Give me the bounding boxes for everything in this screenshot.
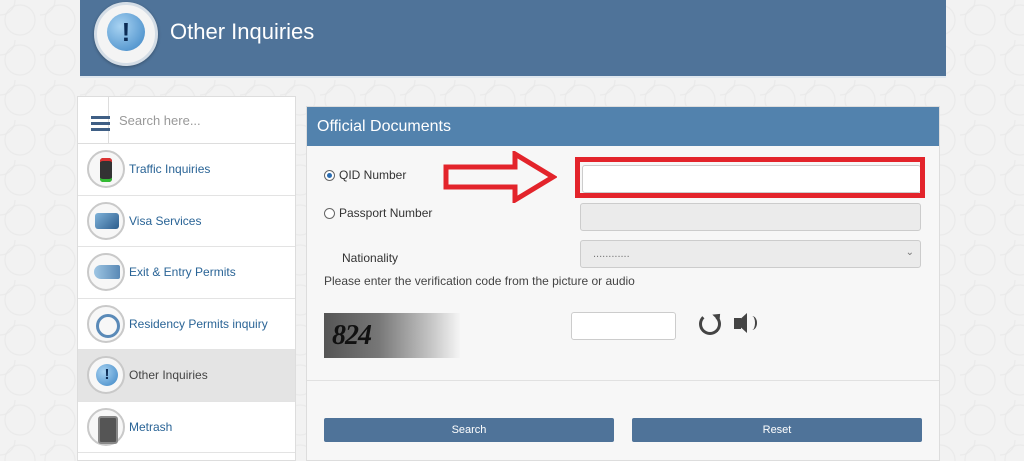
passport-radio[interactable] bbox=[324, 207, 335, 219]
passport-radio-option[interactable]: Passport Number bbox=[324, 206, 432, 220]
sidebar: Traffic Inquiries Visa Services Exit & E… bbox=[77, 96, 296, 461]
sidebar-item-residency-permits[interactable]: Residency Permits inquiry bbox=[78, 299, 295, 350]
exclamation-bubble-icon bbox=[87, 356, 125, 395]
qid-number-input[interactable] bbox=[582, 165, 921, 193]
search-button[interactable]: Search bbox=[324, 418, 614, 442]
sidebar-item-label: Metrash bbox=[129, 419, 173, 434]
sidebar-search-input[interactable] bbox=[109, 97, 295, 143]
nationality-selected-value: ............ bbox=[593, 248, 630, 260]
page-header: ! Other Inquiries bbox=[80, 0, 946, 78]
sidebar-search-bar bbox=[78, 97, 295, 144]
sidebar-item-label: Visa Services bbox=[129, 213, 202, 228]
sidebar-item-label: Traffic Inquiries bbox=[129, 162, 211, 177]
airplane-icon bbox=[87, 253, 125, 292]
hamburger-menu-icon[interactable] bbox=[78, 97, 110, 143]
reset-button[interactable]: Reset bbox=[632, 418, 922, 442]
visa-icon bbox=[87, 201, 125, 240]
residency-search-icon bbox=[87, 304, 125, 343]
captcha-image: 824 bbox=[324, 313, 460, 358]
nationality-label: Nationality bbox=[342, 251, 399, 265]
qid-radio[interactable] bbox=[324, 169, 335, 181]
verification-instruction: Please enter the verification code from … bbox=[324, 274, 635, 288]
sidebar-item-metrash[interactable]: Metrash bbox=[78, 402, 295, 453]
sidebar-item-exit-entry-permits[interactable]: Exit & Entry Permits bbox=[78, 247, 295, 299]
qid-radio-option[interactable]: QID Number bbox=[324, 168, 406, 182]
exclamation-bubble-icon: ! bbox=[94, 2, 158, 66]
panel-title: Official Documents bbox=[307, 107, 939, 146]
sidebar-item-traffic-inquiries[interactable]: Traffic Inquiries bbox=[78, 144, 295, 196]
traffic-light-icon bbox=[87, 150, 125, 189]
refresh-icon[interactable] bbox=[699, 313, 721, 335]
qid-label: QID Number bbox=[339, 168, 407, 182]
captcha-input[interactable] bbox=[571, 312, 676, 340]
chevron-down-icon: ⌄ bbox=[905, 247, 914, 258]
official-documents-panel: Official Documents QID Number Passport N… bbox=[306, 106, 940, 461]
sidebar-item-label: Residency Permits inquiry bbox=[129, 316, 268, 331]
page-title: Other Inquiries bbox=[170, 19, 315, 44]
nationality-select[interactable]: ............ ⌄ bbox=[580, 240, 921, 268]
sidebar-item-visa-services[interactable]: Visa Services bbox=[78, 196, 295, 247]
divider bbox=[307, 380, 939, 381]
sidebar-item-other-inquiries[interactable]: Other Inquiries bbox=[78, 350, 295, 402]
captcha-text: 824 bbox=[332, 320, 372, 351]
sound-wave-icon bbox=[747, 316, 757, 330]
sidebar-item-label: Exit & Entry Permits bbox=[129, 265, 236, 280]
passport-label: Passport Number bbox=[339, 206, 433, 220]
phone-icon bbox=[87, 407, 125, 446]
sidebar-item-label: Other Inquiries bbox=[129, 368, 208, 383]
passport-number-input[interactable] bbox=[580, 203, 921, 231]
